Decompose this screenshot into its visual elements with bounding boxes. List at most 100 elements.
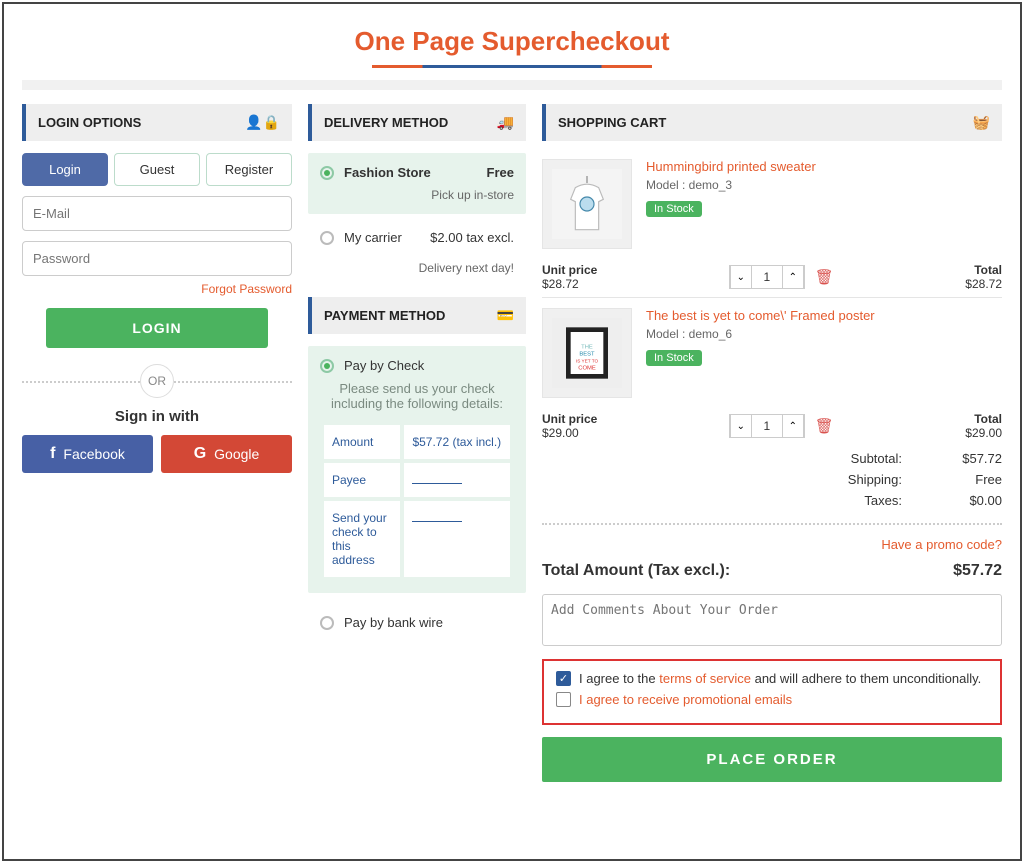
svg-text:IS YET TO: IS YET TO [576, 358, 599, 363]
grand-total-value: $57.72 [953, 562, 1002, 580]
qty-value: 1 [752, 419, 782, 433]
taxes-label: Taxes: [832, 493, 902, 508]
payment-option-check[interactable]: Pay by Check Please send us your check i… [308, 346, 526, 593]
google-label: Google [214, 446, 259, 462]
quantity-stepper: ⌄ 1 ⌃ [729, 414, 805, 438]
forgot-password-link[interactable]: Forgot Password [22, 282, 292, 296]
radio-selected-icon [320, 359, 334, 373]
line-total-label: Total [965, 412, 1002, 426]
payment-check-label: Pay by Check [344, 358, 514, 373]
signin-with-label: Sign in with [22, 408, 292, 425]
stock-badge: In Stock [646, 350, 702, 366]
payee-label: Payee [324, 463, 400, 497]
facebook-label: Facebook [63, 446, 124, 462]
section-divider [22, 80, 1002, 90]
delivery-option-sub: Delivery next day! [308, 261, 526, 275]
unit-price-label: Unit price [542, 412, 597, 426]
product-thumbnail[interactable] [542, 159, 632, 249]
email-field[interactable] [22, 196, 292, 231]
promo-code-link[interactable]: Have a promo code? [542, 537, 1002, 552]
address-label: Send your check to this address [324, 501, 400, 577]
subtotal-value: $57.72 [942, 451, 1002, 466]
terms-text: I agree to the terms of service and will… [579, 671, 981, 686]
radio-unselected-icon [320, 231, 334, 245]
login-button[interactable]: LOGIN [46, 308, 267, 348]
payment-option-wire[interactable]: Pay by bank wire [308, 607, 526, 638]
delivery-option-label: Fashion Store [344, 165, 477, 180]
address-value [404, 501, 510, 577]
product-model: Model : demo_6 [646, 327, 1002, 341]
user-lock-icon: 👤🔒 [245, 114, 280, 131]
product-name-link[interactable]: The best is yet to come\' Framed poster [646, 308, 1002, 323]
remove-item-button[interactable]: 🗑 [815, 417, 834, 435]
product-model: Model : demo_3 [646, 178, 1002, 192]
title-underline [372, 65, 652, 68]
svg-text:BEST: BEST [579, 351, 595, 357]
qty-decrease-button[interactable]: ⌄ [730, 415, 752, 437]
qty-increase-button[interactable]: ⌃ [782, 266, 804, 288]
unit-price-label: Unit price [542, 263, 597, 277]
payment-wire-label: Pay by bank wire [344, 615, 443, 630]
shipping-label: Shipping: [832, 472, 902, 487]
payment-header-text: PAYMENT METHOD [324, 308, 445, 323]
amount-value: $57.72 (tax incl.) [404, 425, 510, 459]
payment-header: PAYMENT METHOD 💳 [308, 297, 526, 334]
order-comments-input[interactable] [542, 594, 1002, 646]
page-title: One Page Supercheckout [22, 22, 1002, 65]
basket-icon: 🧺 [973, 114, 990, 131]
promo-emails-checkbox[interactable] [556, 692, 571, 707]
agreements-box: ✓ I agree to the terms of service and wi… [542, 659, 1002, 725]
totals-divider [542, 523, 1002, 525]
product-thumbnail[interactable]: THEBESTIS YET TO COME [542, 308, 632, 398]
payee-value [404, 463, 510, 497]
taxes-value: $0.00 [942, 493, 1002, 508]
payment-check-desc: Please send us your check including the … [320, 381, 514, 411]
delivery-option-carrier[interactable]: My carrier $2.00 tax excl. [308, 222, 526, 253]
radio-selected-icon [320, 166, 334, 180]
payment-check-table: Amount $57.72 (tax incl.) Payee Send you… [320, 421, 514, 581]
item-divider [542, 297, 1002, 298]
cart-item: Hummingbird printed sweater Model : demo… [542, 153, 1002, 255]
terms-link[interactable]: terms of service [659, 671, 751, 686]
radio-unselected-icon [320, 616, 334, 630]
product-name-link[interactable]: Hummingbird printed sweater [646, 159, 1002, 174]
qty-increase-button[interactable]: ⌃ [782, 415, 804, 437]
shipping-value: Free [942, 472, 1002, 487]
delivery-option-fashion[interactable]: Fashion Store Free Pick up in-store [308, 153, 526, 214]
qty-decrease-button[interactable]: ⌄ [730, 266, 752, 288]
cart-header: SHOPPING CART 🧺 [542, 104, 1002, 141]
line-total-value: $29.00 [965, 426, 1002, 440]
place-order-button[interactable]: PLACE ORDER [542, 737, 1002, 782]
cart-item: THEBESTIS YET TO COME The best is yet to … [542, 302, 1002, 404]
stock-badge: In Stock [646, 201, 702, 217]
line-total-label: Total [965, 263, 1002, 277]
delivery-option-label: My carrier [344, 230, 420, 245]
tab-guest[interactable]: Guest [114, 153, 200, 186]
delivery-header: DELIVERY METHOD 🚚 [308, 104, 526, 141]
google-icon: G [194, 445, 206, 463]
remove-item-button[interactable]: 🗑 [815, 268, 834, 286]
unit-price-value: $28.72 [542, 277, 597, 291]
truck-icon: 🚚 [497, 114, 514, 131]
tab-login[interactable]: Login [22, 153, 108, 186]
login-header: LOGIN OPTIONS 👤🔒 [22, 104, 292, 141]
terms-checkbox[interactable]: ✓ [556, 671, 571, 686]
password-field[interactable] [22, 241, 292, 276]
delivery-option-price: Free [487, 165, 514, 180]
subtotal-label: Subtotal: [832, 451, 902, 466]
cart-header-text: SHOPPING CART [558, 115, 666, 130]
facebook-icon: f [50, 445, 55, 463]
or-divider: OR [140, 364, 174, 398]
google-login-button[interactable]: G Google [161, 435, 292, 473]
line-total-value: $28.72 [965, 277, 1002, 291]
card-icon: 💳 [497, 307, 514, 324]
unit-price-value: $29.00 [542, 426, 597, 440]
facebook-login-button[interactable]: f Facebook [22, 435, 153, 473]
svg-text:COME: COME [578, 365, 596, 371]
grand-total-label: Total Amount (Tax excl.): [542, 562, 730, 580]
tab-register[interactable]: Register [206, 153, 292, 186]
quantity-stepper: ⌄ 1 ⌃ [729, 265, 805, 289]
svg-text:THE: THE [581, 344, 593, 350]
delivery-option-sub: Pick up in-store [320, 188, 514, 202]
qty-value: 1 [752, 270, 782, 284]
